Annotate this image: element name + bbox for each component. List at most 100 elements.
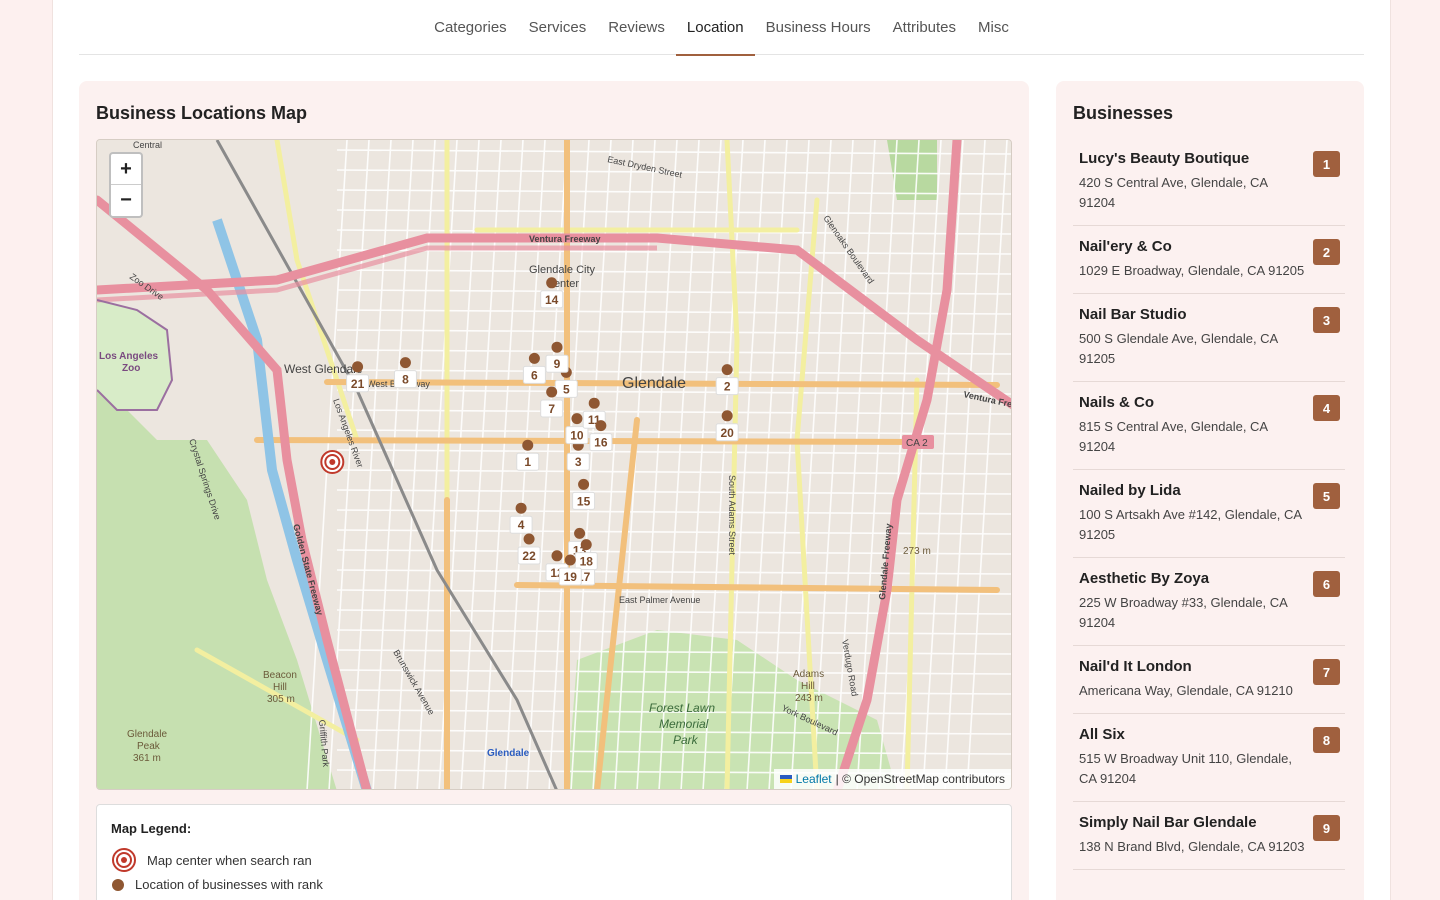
rank-badge: 8 [1313, 727, 1340, 753]
label-forest-lawn-3: Park [673, 733, 699, 747]
label-beacon-3: 305 m [267, 694, 295, 705]
business-list-item[interactable]: Nail'ery & Co 1029 E Broadway, Glendale, … [1073, 226, 1345, 294]
label-elevation-273: 273 m [903, 546, 931, 557]
label-beacon-2: Hill [273, 682, 287, 693]
zoom-out-button[interactable]: − [111, 185, 141, 216]
business-list-item[interactable]: Nail'd It London Americana Way, Glendale,… [1073, 646, 1345, 714]
marker-rank-label: 18 [580, 555, 594, 569]
business-list-item[interactable]: Nails & Co 815 S Central Ave, Glendale, C… [1073, 382, 1345, 470]
label-beacon-1: Beacon [263, 670, 297, 681]
legend-title: Map Legend: [111, 821, 192, 836]
rank-badge: 9 [1313, 815, 1340, 841]
tab-bar: Categories Services Reviews Location Busines… [79, 0, 1364, 56]
business-name: Aesthetic By Zoya [1079, 570, 1210, 587]
rank-badge: 3 [1313, 307, 1340, 333]
legend-business-label: Location of businesses with rank [135, 877, 323, 892]
zoom-in-button[interactable]: + [111, 154, 141, 185]
business-name: Nail Bar Studio [1079, 306, 1187, 323]
ukraine-flag-icon [779, 775, 792, 783]
tab-business-hours[interactable]: Business Hours [755, 0, 882, 55]
business-name: Nails & Co [1079, 394, 1155, 411]
rank-badge: 2 [1313, 239, 1340, 265]
marker-rank-label: 3 [575, 455, 582, 469]
business-address: 420 S Central Ave, Glendale, CA 91204 [1079, 175, 1268, 210]
marker-rank-label: 10 [570, 429, 584, 443]
legend-business-row: Location of businesses with rank [111, 877, 323, 892]
legend-center-label: Map center when search ran [147, 852, 312, 868]
marker-rank-label: 5 [563, 382, 570, 396]
rank-badge: 4 [1313, 395, 1340, 421]
business-list-item[interactable]: Aesthetic By Zoya 225 W Broadway #33, Gle… [1073, 558, 1345, 646]
marker-rank-label: 6 [531, 368, 538, 382]
business-address: 515 W Broadway Unit 110, Glendale, CA 91… [1079, 751, 1292, 786]
businesses-card-title: Businesses [1073, 103, 1174, 123]
marker-rank-label: 15 [577, 494, 591, 508]
business-name: Nailed by Lida [1079, 482, 1181, 499]
leaflet-link[interactable]: Leaflet [796, 772, 832, 786]
map-card-title: Business Locations Map [96, 103, 308, 123]
label-south-adams: South Adams Street [727, 475, 737, 556]
tab-reviews[interactable]: Reviews [597, 0, 676, 55]
label-peak-3: 361 m [133, 753, 161, 764]
business-list-item[interactable]: Lucy's Beauty Boutique 420 S Central Ave,… [1073, 138, 1345, 226]
zoom-control: + − [109, 152, 143, 218]
label-ca2: CA 2 [906, 438, 928, 449]
label-zoo-1: Los Angeles [99, 351, 159, 362]
label-zoo-2: Zoo [122, 363, 140, 374]
business-list-item[interactable]: All Six 515 W Broadway Unit 110, Glendale… [1073, 714, 1345, 802]
tab-services[interactable]: Services [518, 0, 598, 55]
marker-rank-label: 7 [548, 402, 555, 416]
map-tiles: Glendale Glendale City Center West Glend… [97, 140, 1011, 789]
rank-badge: 1 [1313, 151, 1340, 177]
marker-rank-label: 2 [724, 380, 731, 394]
rank-badge: 6 [1313, 571, 1340, 597]
label-ventura-freeway: Ventura Freeway [529, 234, 601, 244]
business-address: Americana Way, Glendale, CA 91210 [1079, 683, 1293, 698]
target-icon [112, 848, 136, 872]
marker-rank-label: 4 [518, 518, 525, 532]
label-peak-2: Peak [137, 741, 161, 752]
business-list-item[interactable]: Nail Bar Studio 500 S Glendale Ave, Glend… [1073, 294, 1345, 382]
business-name: Simply Nail Bar Glendale [1079, 814, 1257, 831]
marker-rank-label: 16 [594, 436, 608, 450]
marker-rank-label: 20 [720, 426, 734, 440]
business-address: 1029 E Broadway, Glendale, CA 91205 [1079, 263, 1305, 278]
rank-badge: 5 [1313, 483, 1340, 509]
marker-rank-label: 14 [545, 293, 559, 307]
business-address: 500 S Glendale Ave, Glendale, CA 91205 [1079, 331, 1278, 366]
label-adams-hill-2: Hill [801, 681, 815, 692]
business-locations-map[interactable]: Glendale Glendale City Center West Glend… [96, 139, 1012, 790]
label-glendale: Glendale [622, 375, 686, 392]
business-address: 225 W Broadway #33, Glendale, CA 91204 [1079, 595, 1288, 630]
tab-attributes[interactable]: Attributes [882, 0, 967, 55]
map-attribution: Leaflet | © OpenStreetMap contributors [773, 769, 1011, 789]
marker-rank-label: 8 [402, 373, 409, 387]
legend-center-row: Map center when search ran [111, 847, 312, 873]
label-central: Central [133, 140, 162, 150]
business-list-item[interactable]: Simply Nail Bar Glendale 138 N Brand Blvd… [1073, 802, 1345, 870]
business-name: Nail'd It London [1079, 658, 1192, 675]
label-east-palmer: East Palmer Avenue [619, 595, 700, 605]
rank-badge: 7 [1313, 659, 1340, 685]
business-list-item[interactable]: Nailed by Lida 100 S Artsakh Ave #142, Gl… [1073, 470, 1345, 558]
map-center-target-icon [320, 450, 345, 474]
tab-categories[interactable]: Categories [423, 0, 518, 55]
marker-rank-label: 21 [351, 377, 365, 391]
business-name: Nail'ery & Co [1079, 238, 1172, 255]
business-address: 138 N Brand Blvd, Glendale, CA 91203 [1079, 839, 1305, 854]
business-list: Lucy's Beauty Boutique 420 S Central Ave,… [1073, 138, 1345, 870]
business-dot-icon [112, 878, 124, 891]
label-forest-lawn-1: Forest Lawn [649, 701, 715, 715]
business-address: 815 S Central Ave, Glendale, CA 91204 [1079, 419, 1268, 454]
marker-rank-label: 9 [554, 357, 561, 371]
tab-location[interactable]: Location [675, 0, 755, 56]
tab-misc[interactable]: Misc [967, 0, 1020, 55]
marker-rank-label: 22 [522, 549, 536, 563]
business-name: Lucy's Beauty Boutique [1079, 150, 1250, 167]
business-name: All Six [1079, 726, 1125, 743]
marker-rank-label: 19 [564, 570, 578, 584]
label-city-center-1: Glendale City [529, 264, 596, 276]
osm-attribution: | © OpenStreetMap contributors [835, 772, 1005, 786]
label-west-glendale: West Glendale [284, 362, 363, 376]
label-glendale-station: Glendale [487, 748, 530, 759]
